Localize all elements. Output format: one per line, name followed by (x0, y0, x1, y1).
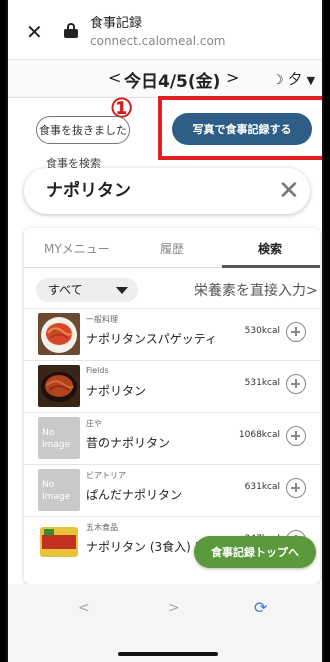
page-title: 食事記録 (90, 16, 143, 31)
caret-down-icon (116, 287, 128, 294)
photo-record-button[interactable]: 写真で食事記録する (172, 113, 312, 145)
lock-icon (64, 23, 78, 38)
search-input[interactable]: ナポリタン (24, 168, 310, 214)
food-name: 昔のナポリタン (86, 436, 171, 450)
home-indicator (118, 652, 218, 656)
add-icon[interactable] (286, 322, 306, 342)
no-image-placeholder: No Image (38, 417, 80, 459)
record-top-button[interactable]: 食事記録トップへ (194, 536, 316, 568)
search-panel: MYメニュー 履歴 検索 すべて 栄養素を直接入力> 一般料理 ナポリタンスパゲ… (24, 228, 320, 584)
tab-history[interactable]: 履歴 (160, 240, 184, 257)
brand-label: Fields (86, 366, 109, 375)
active-tab-indicator (222, 265, 320, 268)
back-icon[interactable]: < (78, 600, 90, 616)
food-image (38, 365, 80, 407)
calorie-value: 1068kcal (238, 430, 280, 440)
reload-icon[interactable]: ⟳ (254, 598, 267, 617)
date-bar: < 今日4/5(金) > ☽ 夕 ▼ (8, 60, 322, 98)
list-item[interactable]: No Image 庄や 昔のナポリタン 1068kcal (24, 412, 320, 464)
food-image (38, 521, 80, 563)
meal-type-label: 夕 (288, 72, 303, 88)
category-filter-select[interactable]: すべて (36, 278, 138, 302)
phone-screen: ✕ 食事記録 connect.calomeal.com < 今日4/5(金) >… (6, 0, 324, 662)
tab-my-menu[interactable]: MYメニュー (44, 240, 110, 257)
browser-bar: ✕ 食事記録 connect.calomeal.com (8, 0, 322, 60)
skip-meal-button[interactable]: 食事を抜きました (36, 116, 130, 144)
calorie-value: 530kcal (244, 326, 280, 336)
page-url: connect.calomeal.com (90, 34, 226, 48)
moon-icon: ☽ (272, 73, 284, 88)
list-item[interactable]: Fields ナポリタン 531kcal (24, 360, 320, 412)
list-item[interactable]: 一般料理 ナポリタンスパゲッティ 530kcal (24, 308, 320, 360)
calorie-value: 531kcal (244, 378, 280, 388)
close-icon[interactable]: ✕ (26, 22, 43, 42)
browser-bottom-nav: < > ⟳ (8, 584, 322, 662)
meal-type-select[interactable]: ☽ 夕 ▼ (272, 69, 315, 89)
forward-icon[interactable]: > (168, 600, 180, 616)
brand-label: 一般料理 (86, 315, 118, 324)
tab-search[interactable]: 検索 (258, 240, 282, 257)
list-item[interactable]: No Image ビアトリア ぱんだナポリタン 631kcal (24, 464, 320, 516)
food-name: ぱんだナポリタン (86, 488, 183, 502)
add-icon[interactable] (286, 374, 306, 394)
result-list: 一般料理 ナポリタンスパゲッティ 530kcal Fields ナポリタン 53… (24, 308, 320, 568)
add-icon[interactable] (286, 426, 306, 446)
filter-label: すべて (48, 283, 83, 297)
food-name: ナポリタン (86, 384, 147, 398)
brand-label: 五木食品 (86, 523, 118, 532)
next-day-button[interactable]: > (226, 68, 239, 87)
current-date: 今日4/5(金) (124, 72, 221, 92)
calorie-value: 631kcal (244, 482, 280, 492)
chevron-down-icon: ▼ (306, 74, 316, 87)
no-image-placeholder: No Image (38, 469, 80, 511)
food-name: ナポリタンスパゲッティ (86, 332, 218, 346)
previous-day-button[interactable]: < (108, 68, 121, 87)
direct-nutrient-input-link[interactable]: 栄養素を直接入力> (194, 280, 318, 300)
brand-label: 庄や (86, 419, 102, 428)
food-image (38, 313, 80, 355)
clear-icon[interactable]: ✕ (278, 176, 300, 206)
brand-label: ビアトリア (86, 471, 126, 480)
tab-bar: MYメニュー 履歴 検索 (24, 228, 320, 268)
add-icon[interactable] (286, 478, 306, 498)
